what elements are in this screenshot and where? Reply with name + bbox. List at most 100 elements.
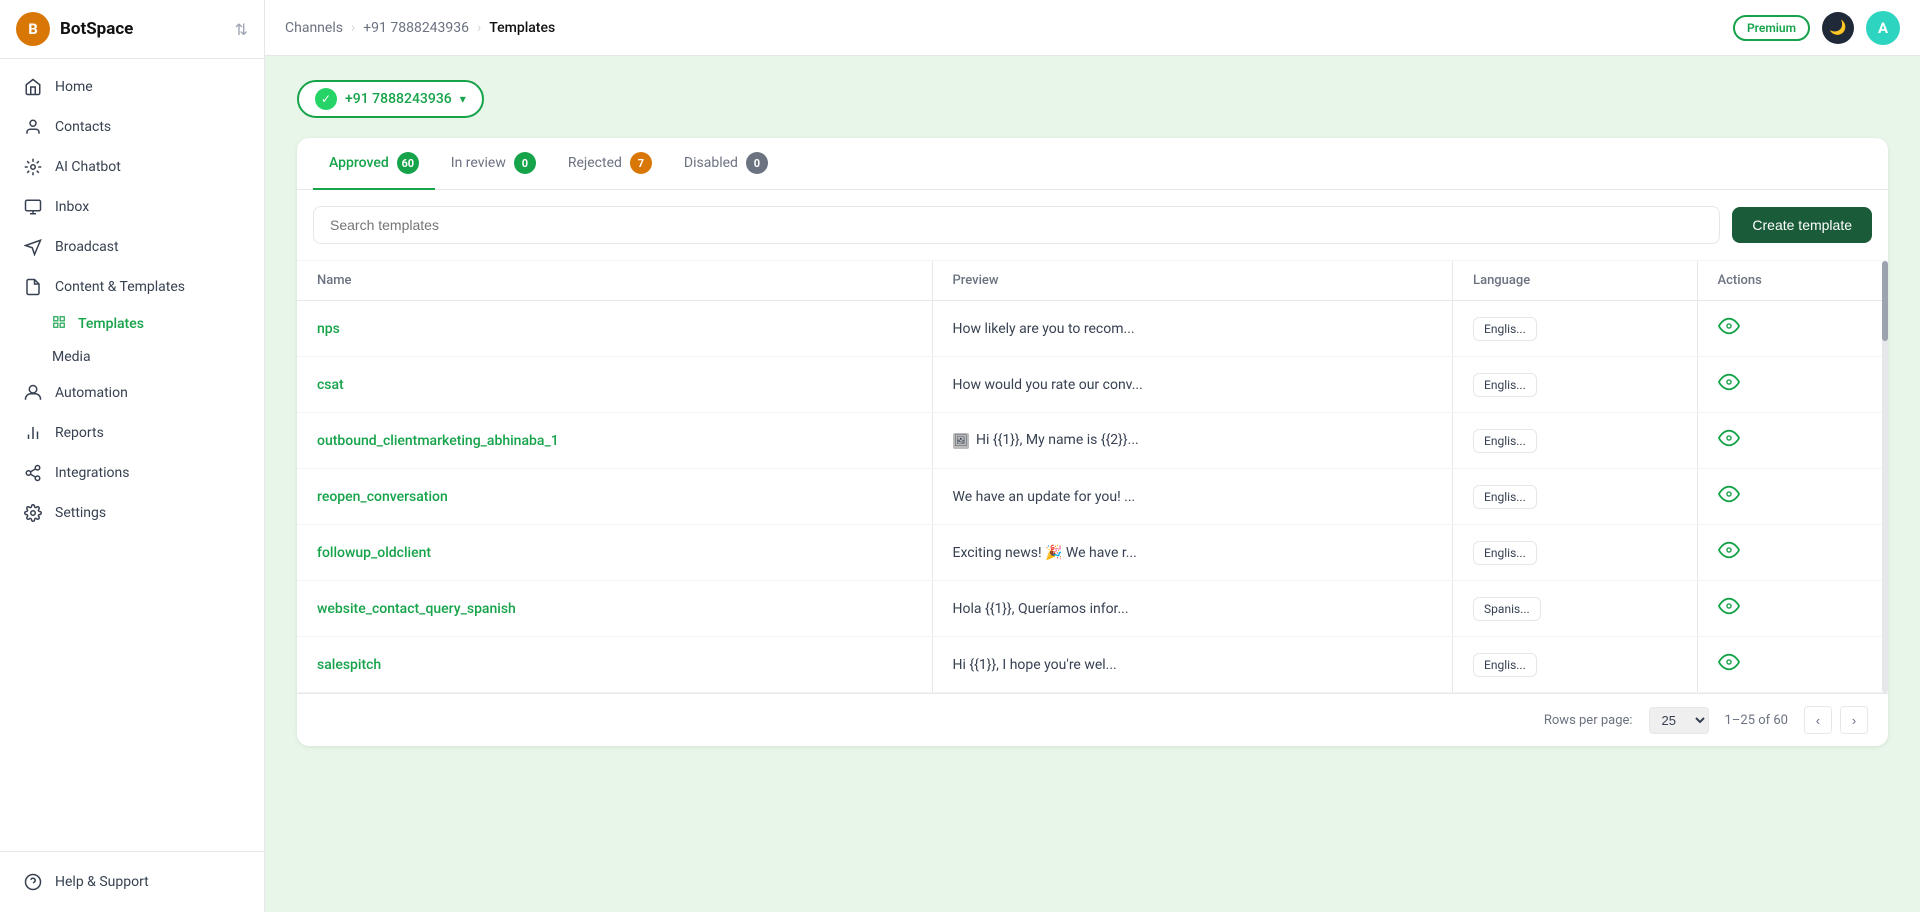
sidebar-item-settings[interactable]: Settings [0,493,264,533]
sidebar-label-templates: Templates [78,316,144,332]
topbar: Channels › +91 7888243936 › Templates Pr… [265,0,1920,56]
whatsapp-icon: ✓ [315,88,337,110]
search-input[interactable] [313,206,1720,244]
breadcrumb-sep-1: › [351,20,355,36]
automation-icon [23,383,43,403]
sidebar-label-ai-chatbot: AI Chatbot [55,159,121,175]
sidebar-item-automation[interactable]: Automation [0,373,264,413]
app-name: BotSpace [60,19,225,39]
tab-approved[interactable]: Approved 60 [313,138,435,190]
view-template-button[interactable] [1718,601,1740,622]
sidebar-item-ai-chatbot[interactable]: AI Chatbot [0,147,264,187]
sidebar-header: B BotSpace ⇅ [0,0,264,59]
sidebar-item-integrations[interactable]: Integrations [0,453,264,493]
col-name: Name [297,261,932,301]
templates-sub-icon [52,315,66,333]
view-template-button[interactable] [1718,489,1740,510]
breadcrumb-channels[interactable]: Channels [285,20,343,36]
sidebar-label-broadcast: Broadcast [55,239,119,255]
view-template-button[interactable] [1718,433,1740,454]
sidebar-item-home[interactable]: Home [0,67,264,107]
table-row: salespitch Hi {{1}}, I hope you're wel..… [297,637,1888,693]
channel-chevron-icon: ▾ [460,92,466,106]
breadcrumb-sep-2: › [477,20,481,36]
user-avatar[interactable]: A [1866,11,1900,45]
template-name-link[interactable]: salespitch [317,657,381,673]
channel-selector[interactable]: ✓ +91 7888243936 ▾ [297,80,484,118]
language-badge: Englis... [1473,485,1537,509]
templates-table: Name Preview Language Actions nps How li… [297,261,1888,693]
col-language: Language [1453,261,1697,301]
channel-phone: +91 7888243936 [345,91,452,107]
sidebar-item-content-templates[interactable]: Content & Templates [0,267,264,307]
tab-disabled[interactable]: Disabled 0 [668,138,784,190]
tab-rejected-badge: 7 [630,152,652,174]
sidebar-item-templates[interactable]: Templates [0,307,264,341]
main-area: Channels › +91 7888243936 › Templates Pr… [265,0,1920,912]
sidebar-collapse-icon[interactable]: ⇅ [235,20,248,39]
table-row: outbound_clientmarketing_abhinaba_1 🖼 Hi… [297,413,1888,469]
sidebar-label-content-templates: Content & Templates [55,279,185,295]
sidebar-item-inbox[interactable]: Inbox [0,187,264,227]
template-preview: Hi {{1}}, I hope you're wel... [953,657,1117,673]
table-row: followup_oldclient Exciting news! 🎉 We h… [297,525,1888,581]
tab-in-review-badge: 0 [514,152,536,174]
rows-per-page-select[interactable]: 25 50 100 [1649,707,1709,734]
sidebar-item-media[interactable]: Media [0,341,264,373]
template-name-link[interactable]: followup_oldclient [317,545,431,561]
next-page-button[interactable]: › [1840,706,1868,734]
dark-mode-button[interactable]: 🌙 [1822,12,1854,44]
pagination-range: 1–25 of 60 [1725,713,1788,728]
rows-per-page-label: Rows per page: [1544,713,1633,728]
breadcrumb-phone[interactable]: +91 7888243936 [363,20,469,36]
broadcast-icon [23,237,43,257]
template-preview: Exciting news! 🎉 We have r... [953,545,1137,561]
reports-icon [23,423,43,443]
tab-bar: Approved 60 In review 0 Rejected 7 Disab… [297,138,1888,190]
templates-table-wrapper: Name Preview Language Actions nps How li… [297,261,1888,693]
template-name-link[interactable]: outbound_clientmarketing_abhinaba_1 [317,433,559,449]
sidebar-label-contacts: Contacts [55,119,111,135]
template-name-link[interactable]: website_contact_query_spanish [317,601,516,617]
template-name-link[interactable]: reopen_conversation [317,489,448,505]
tab-rejected-label: Rejected [568,155,622,171]
sidebar-label-reports: Reports [55,425,104,441]
tab-in-review[interactable]: In review 0 [435,138,552,190]
language-badge: Englis... [1473,541,1537,565]
sidebar-label-inbox: Inbox [55,199,89,215]
table-row: reopen_conversation We have an update fo… [297,469,1888,525]
tab-approved-badge: 60 [397,152,419,174]
view-template-button[interactable] [1718,657,1740,678]
home-icon [23,77,43,97]
sidebar-label-media: Media [52,349,91,365]
tab-disabled-badge: 0 [746,152,768,174]
template-name-link[interactable]: nps [317,321,340,337]
tab-in-review-label: In review [451,155,506,171]
view-template-button[interactable] [1718,377,1740,398]
create-template-button[interactable]: Create template [1732,207,1872,243]
breadcrumb-current: Templates [489,20,555,36]
language-badge: Englis... [1473,373,1537,397]
content-icon [23,277,43,297]
sidebar-label-integrations: Integrations [55,465,129,481]
sidebar-item-contacts[interactable]: Contacts [0,107,264,147]
prev-page-button[interactable]: ‹ [1804,706,1832,734]
premium-badge[interactable]: Premium [1733,15,1810,41]
template-preview: How likely are you to recom... [953,321,1135,337]
sidebar-item-reports[interactable]: Reports [0,413,264,453]
view-template-button[interactable] [1718,545,1740,566]
help-icon [23,872,43,892]
sidebar-item-broadcast[interactable]: Broadcast [0,227,264,267]
breadcrumb: Channels › +91 7888243936 › Templates [285,20,555,36]
tab-rejected[interactable]: Rejected 7 [552,138,668,190]
scrollbar-thumb[interactable] [1882,261,1888,341]
template-name-link[interactable]: csat [317,377,344,393]
table-row: csat How would you rate our conv... Engl… [297,357,1888,413]
sidebar: B BotSpace ⇅ Home Contacts AI Chatbot [0,0,265,912]
sidebar-item-help[interactable]: Help & Support [20,864,244,900]
sidebar-footer: Help & Support [0,851,264,912]
view-template-button[interactable] [1718,321,1740,342]
topbar-right: Premium 🌙 A [1733,11,1900,45]
scrollbar-track[interactable] [1882,261,1888,693]
sidebar-label-home: Home [55,79,93,95]
